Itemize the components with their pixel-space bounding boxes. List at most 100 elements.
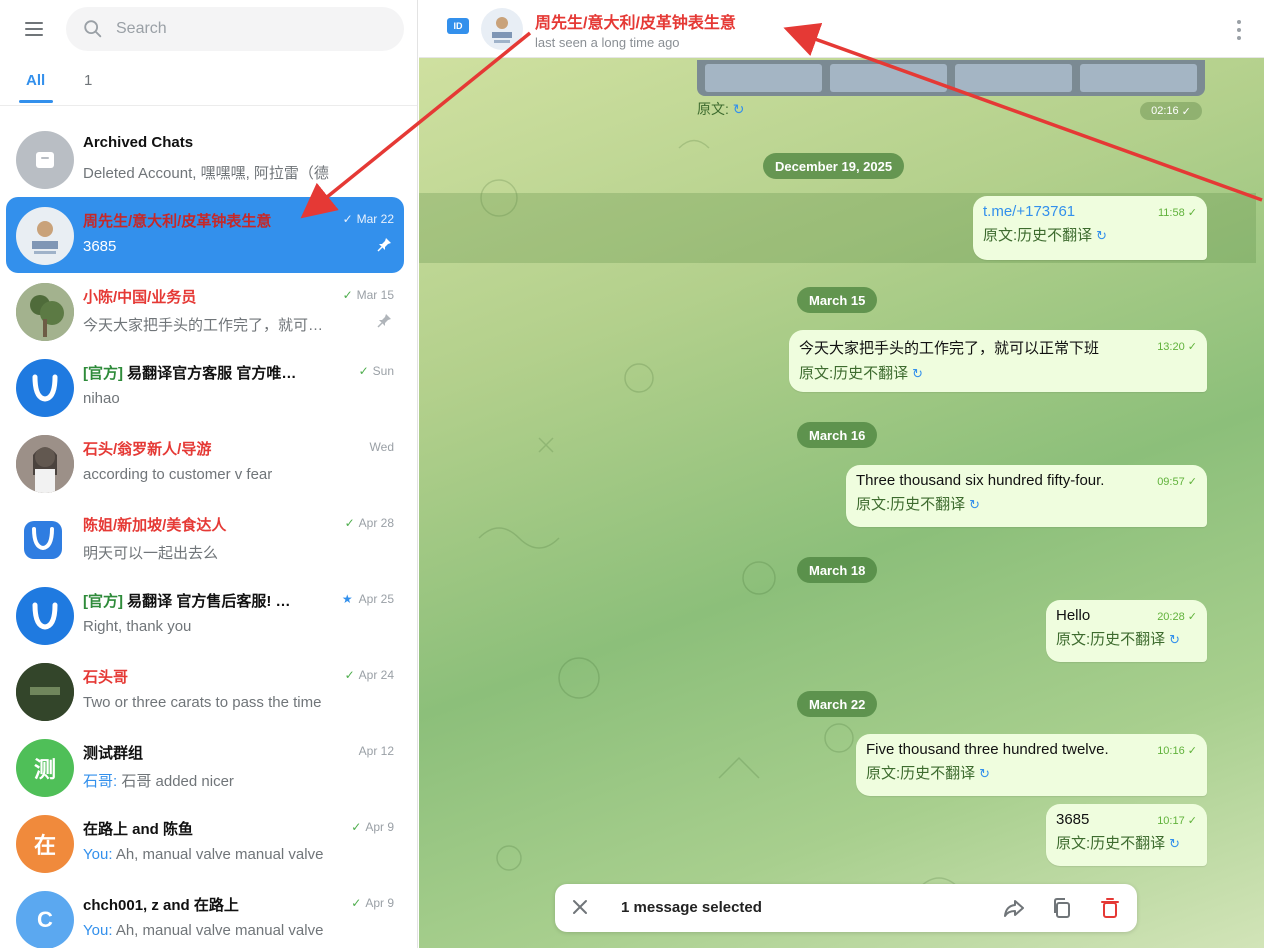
header-avatar[interactable] [481,8,523,50]
chat-item-chen[interactable]: 小陈/中国/业务员 ✓ Mar 15 今天大家把手头的工作完了，就可… [6,273,404,349]
chat-time: Wed [369,440,394,454]
chat-time: ✓ Apr 24 [344,668,394,682]
date-separator: March 16 [797,422,878,448]
chat-time: ✓ Mar 22 [342,212,394,226]
chat-preview: 3685 [83,238,117,255]
chat-preview: Right, thank you [83,618,192,635]
pin-icon [377,314,391,328]
message-time: 10:16 ✓ [1157,745,1197,757]
star-icon: ★ [341,592,353,606]
close-icon[interactable] [569,896,591,918]
folder-tabs: All 1 [0,62,417,106]
search-box[interactable] [66,7,404,51]
chat-preview: Deleted Account, 嘿嘿嘿, 阿拉雷（德 [83,165,329,182]
tab-1[interactable]: 1 [84,72,92,89]
translate-app-logo-icon [16,359,74,417]
message-bubble[interactable]: Three thousand six hundred fifty-four. 原… [846,465,1207,527]
translate-icon: ↻ [912,366,924,381]
chat-time: ★ Apr 25 [341,592,394,606]
chat-item-zhou[interactable]: 周先生/意大利/皮革钟表生意 ✓ Mar 22 3685 [6,197,404,273]
read-check-icon: ✓ [342,212,353,226]
previous-message-translation: 原文: ↻ [697,101,745,117]
chat-item-shitou-guide[interactable]: 石头/翁罗新人/导游 Wed according to customer v f… [6,425,404,501]
chat-name: 周先生/意大利/皮革钟表生意 [83,213,272,230]
read-check-icon: ✓ [351,896,362,910]
chat-time: ✓ Mar 15 [342,288,394,302]
message-translation: 原文:历史不翻译 ↻ [983,227,1108,244]
forward-icon[interactable] [1001,895,1027,921]
tab-all[interactable]: All [26,72,45,89]
more-options-icon[interactable] [1236,20,1242,40]
sidebar-top-bar [0,0,417,58]
chat-item-official-support[interactable]: [官方] 易翻译官方客服 官方唯… ✓ Sun nihao [6,349,404,425]
message-time: 09:57 ✓ [1157,476,1197,488]
chat-name: 陈姐/新加坡/美食达人 [83,517,227,534]
chat-item-chch001[interactable]: C chch001, z and 在路上 ✓ Apr 9 You: Ah, man… [6,881,404,948]
chat-item-test-group[interactable]: 测 测试群组 Apr 12 石哥: 石哥 added nicer [6,729,404,805]
message-bubble[interactable]: Hello 原文:历史不翻译 ↻ 20:28 ✓ [1046,600,1207,662]
search-input[interactable] [116,20,356,38]
chat-item-official-aftersales[interactable]: [官方] 易翻译 官方售后客服! … ★ Apr 25 Right, thank … [6,577,404,653]
search-icon [84,20,102,38]
last-seen-status: last seen a long time ago [535,35,680,50]
copy-icon[interactable] [1049,895,1075,921]
chat-item-archived[interactable]: Archived Chats Deleted Account, 嘿嘿嘿, 阿拉雷… [6,121,404,197]
chat-preview: You: Ah, manual valve manual valve [83,922,324,939]
archive-icon [16,131,74,189]
read-check-icon: ✓ [351,820,362,834]
selection-count: 1 message selected [621,899,762,916]
media-album-preview[interactable] [697,60,1205,96]
chat-header[interactable]: ID 周先生/意大利/皮革钟表生意 last seen a long time … [419,0,1264,58]
hamburger-menu-icon[interactable] [18,14,50,44]
translate-app-logo-icon [16,587,74,645]
translate-icon: ↻ [1096,228,1108,243]
message-bubble[interactable]: t.me/+173761 原文:历史不翻译 ↻ 11:58 ✓ [973,196,1207,260]
message-translation: 原文:历史不翻译 ↻ [799,365,924,382]
translate-app-logo-icon [16,511,74,569]
message-time: 13:20 ✓ [1157,341,1197,353]
read-check-icon: ✓ [344,516,355,530]
message-time: 11:58 ✓ [1158,207,1197,219]
chat-name: 石头/翁罗新人/导游 [83,441,212,458]
chat-name: chch001, z and 在路上 [83,897,239,914]
avatar [16,283,74,341]
chat-preview: nihao [83,390,120,407]
chat-title: 周先生/意大利/皮革钟表生意 [535,15,736,32]
chat-sidebar: All 1 Archived Chats Deleted Account, 嘿嘿… [0,0,418,948]
message-translation: 原文:历史不翻译 ↻ [1056,631,1181,648]
message-bubble[interactable]: 今天大家把手头的工作完了，就可以正常下班 原文:历史不翻译 ↻ 13:20 ✓ [789,330,1207,392]
chat-item-shitouge[interactable]: 石头哥 ✓ Apr 24 Two or three carats to pass … [6,653,404,729]
chat-item-on-road[interactable]: 在 在路上 and 陈鱼 ✓ Apr 9 You: Ah, manual valv… [6,805,404,881]
chat-preview: 石哥: 石哥 added nicer [83,773,234,790]
chat-time: Apr 12 [358,744,394,758]
date-separator: December 19, 2025 [763,153,905,179]
chat-item-chen-singapore[interactable]: 陈姐/新加坡/美食达人 ✓ Apr 28 明天可以一起出去么 [6,501,404,577]
message-time: 20:28 ✓ [1157,611,1197,623]
read-check-icon: ✓ [344,668,355,682]
message-text: 今天大家把手头的工作完了，就可以正常下班 [799,340,1100,357]
date-separator: March 18 [797,557,878,583]
translate-icon: ↻ [1169,632,1181,647]
delete-icon[interactable] [1097,895,1123,921]
date-separator: March 22 [797,691,878,717]
chat-time: ✓ Sun [358,364,394,378]
chat-preview: You: Ah, manual valve manual valve [83,846,324,863]
translate-icon: ↻ [1169,836,1181,851]
translate-icon: ↻ [732,101,745,117]
chat-preview: according to customer v fear [83,466,273,483]
active-tab-indicator [19,100,53,103]
chat-name: 小陈/中国/业务员 [83,289,197,306]
chat-name: [官方] 易翻译官方客服 官方唯… [83,365,297,382]
avatar [16,435,74,493]
avatar [16,207,74,265]
pin-icon [377,238,391,252]
read-check-icon: ✓ [358,364,369,378]
id-badge-icon[interactable]: ID [447,18,469,34]
message-bubble[interactable]: Five thousand three hundred twelve. 原文:历… [856,734,1207,796]
message-bubble[interactable]: 3685 原文:历史不翻译 ↻ 10:17 ✓ [1046,804,1207,866]
chat-time: ✓ Apr 28 [344,516,394,530]
message-text: Three thousand six hundred fifty-four. [856,472,1105,489]
chat-time: ✓ Apr 9 [351,896,394,910]
date-separator: March 15 [797,287,878,313]
chat-name: 在路上 and 陈鱼 [83,821,194,838]
